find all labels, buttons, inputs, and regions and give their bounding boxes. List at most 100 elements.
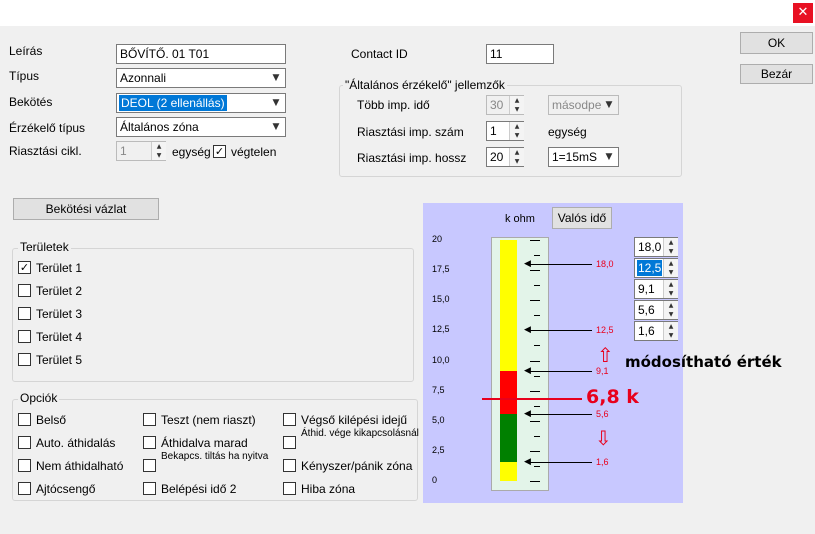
threshold-stepper-value: 9,1	[638, 282, 655, 296]
close-icon: ✕	[797, 5, 809, 20]
tobb-imp-label: Több imp. idő	[357, 98, 430, 112]
chevron-down-icon: ▼	[272, 98, 280, 108]
spin-down-icon[interactable]: ▼	[509, 157, 524, 166]
opcio-checkbox[interactable]	[143, 482, 156, 495]
arrow-left-icon: ◀	[524, 259, 531, 270]
opcio-checkbox[interactable]	[143, 413, 156, 426]
spin-down-icon[interactable]: ▼	[663, 310, 678, 319]
opcio-label: Ajtócsengő	[36, 482, 96, 496]
arrow-left-icon: ◀	[524, 408, 531, 419]
threshold-arrow-line	[528, 371, 592, 373]
bekotesi-vazlat-button[interactable]: Bekötési vázlat	[13, 198, 159, 220]
tipus-select[interactable]: Azonnali ▼	[116, 68, 286, 88]
vegtelen-checkbox[interactable]: ✓	[213, 145, 226, 158]
tobb-imp-stepper[interactable]: 30 ▲ ▼	[486, 95, 524, 115]
axis-tick-label: 20	[432, 234, 443, 244]
terulet-label: Terület 2	[36, 284, 83, 298]
spin-down-icon[interactable]: ▼	[663, 247, 678, 256]
opcio-label: Teszt (nem riaszt)	[161, 413, 256, 427]
opcio-checkbox[interactable]	[18, 413, 31, 426]
bekotes-select[interactable]: DEOL (2 ellenállás) ▼	[116, 93, 286, 113]
threshold-stepper[interactable]: 1,6 ▲ ▼	[634, 321, 678, 341]
erzekelo-value: Általános zóna	[120, 120, 199, 134]
threshold-stepper[interactable]: 9,1 ▲ ▼	[634, 279, 678, 299]
chevron-down-icon: ▼	[605, 152, 613, 162]
spin-down-icon[interactable]: ▼	[151, 151, 166, 160]
opcio-label: Belső	[36, 413, 67, 427]
close-button[interactable]: ✕	[793, 3, 813, 23]
scale-tick	[534, 465, 540, 467]
scale-tick	[534, 435, 540, 437]
leiras-input[interactable]: BŐVÍTŐ. 01 T01	[116, 44, 286, 64]
opcio-checkbox[interactable]	[283, 436, 296, 449]
threshold-arrow-line	[528, 330, 592, 332]
spin-down-icon[interactable]: ▼	[663, 331, 678, 340]
terulet-checkbox[interactable]	[18, 353, 31, 366]
vegtelen-label: végtelen	[231, 145, 277, 159]
threshold-stepper[interactable]: 18,0 ▲ ▼	[634, 237, 678, 257]
scale-tick	[530, 270, 540, 272]
axis-tick-label: 2,5	[432, 444, 445, 455]
chevron-down-icon: ▼	[272, 73, 280, 83]
threshold-label: 18,0	[596, 259, 614, 270]
terulet-checkbox[interactable]	[18, 284, 31, 297]
tobb-imp-unit-select[interactable]: másodpe ▼	[548, 95, 619, 115]
spin-down-icon[interactable]: ▼	[509, 131, 524, 140]
scale-tick	[530, 360, 540, 362]
opcio-checkbox[interactable]	[283, 413, 296, 426]
imp-hossz-stepper[interactable]: 20 ▲ ▼	[486, 147, 524, 167]
imp-szam-stepper[interactable]: 1 ▲ ▼	[486, 121, 524, 141]
opcio-checkbox[interactable]	[18, 436, 31, 449]
ok-button[interactable]: OK	[740, 32, 813, 54]
imp-hossz-value: 20	[490, 150, 504, 164]
scale-tick	[530, 450, 540, 452]
gauge-bar-yellow-bottom	[500, 461, 517, 481]
imp-hossz-unit-select[interactable]: 1=15mS ▼	[548, 147, 619, 167]
terulet-checkbox[interactable]: ✓	[18, 261, 31, 274]
spin-down-icon[interactable]: ▼	[663, 268, 678, 277]
opcio-checkbox[interactable]	[18, 482, 31, 495]
opciok-title: Opciók	[18, 391, 60, 405]
threshold-stepper[interactable]: 5,6 ▲ ▼	[634, 300, 678, 320]
modifiable-value-annotation: módosítható érték	[625, 353, 782, 371]
terulet-checkbox[interactable]	[18, 307, 31, 320]
sensor-group-title: "Általános érzékelő" jellemzők	[343, 78, 507, 92]
spin-down-icon[interactable]: ▼	[663, 289, 678, 298]
opcio-checkbox[interactable]	[143, 436, 156, 449]
threshold-stepper-value: 1,6	[638, 324, 655, 338]
axis-tick-label: 17,5	[432, 264, 450, 275]
threshold-arrow-line	[528, 413, 592, 415]
arrow-up-icon: ⇧	[597, 343, 614, 367]
scale-tick	[534, 345, 540, 347]
threshold-label: 12,5	[596, 325, 614, 336]
erzekelo-select[interactable]: Általános zóna ▼	[116, 117, 286, 137]
opcio-checkbox[interactable]	[283, 482, 296, 495]
riasztasi-cikl-label: Riasztási cikl.	[9, 144, 82, 158]
scale-tick	[530, 390, 540, 392]
riasztasi-cikl-stepper[interactable]: 1 ▲ ▼	[116, 141, 166, 161]
threshold-stepper[interactable]: 12,5 ▲ ▼	[634, 258, 678, 278]
scale-tick	[530, 240, 540, 241]
gauge-bar-green	[500, 413, 517, 462]
gauge-unit-label: k ohm	[505, 213, 535, 225]
valos-ido-button[interactable]: Valós idő	[552, 207, 612, 229]
scale-tick	[530, 481, 540, 482]
terulet-checkbox[interactable]	[18, 330, 31, 343]
tobb-imp-unit-value: másodpe	[552, 98, 602, 112]
opcio-checkbox[interactable]	[283, 459, 296, 472]
opcio-checkbox[interactable]	[143, 459, 156, 472]
opcio-checkbox[interactable]	[18, 459, 31, 472]
axis-tick-label: 7,5	[432, 384, 445, 395]
scale-tick	[530, 300, 540, 302]
bezar-button[interactable]: Bezár	[740, 64, 813, 84]
opcio-label: Nem áthidalható	[36, 459, 124, 473]
axis-tick-label: 10,0	[432, 354, 450, 365]
terulet-label: Terület 1	[36, 261, 83, 275]
spin-down-icon[interactable]: ▼	[509, 105, 524, 114]
contact-id-input[interactable]: 11	[486, 44, 554, 64]
chevron-down-icon: ▼	[605, 100, 613, 110]
scale-tick	[534, 315, 540, 317]
imp-hossz-unit-value: 1=15mS	[552, 150, 598, 164]
arrow-left-icon: ◀	[524, 456, 531, 467]
tipus-value: Azonnali	[120, 71, 167, 85]
